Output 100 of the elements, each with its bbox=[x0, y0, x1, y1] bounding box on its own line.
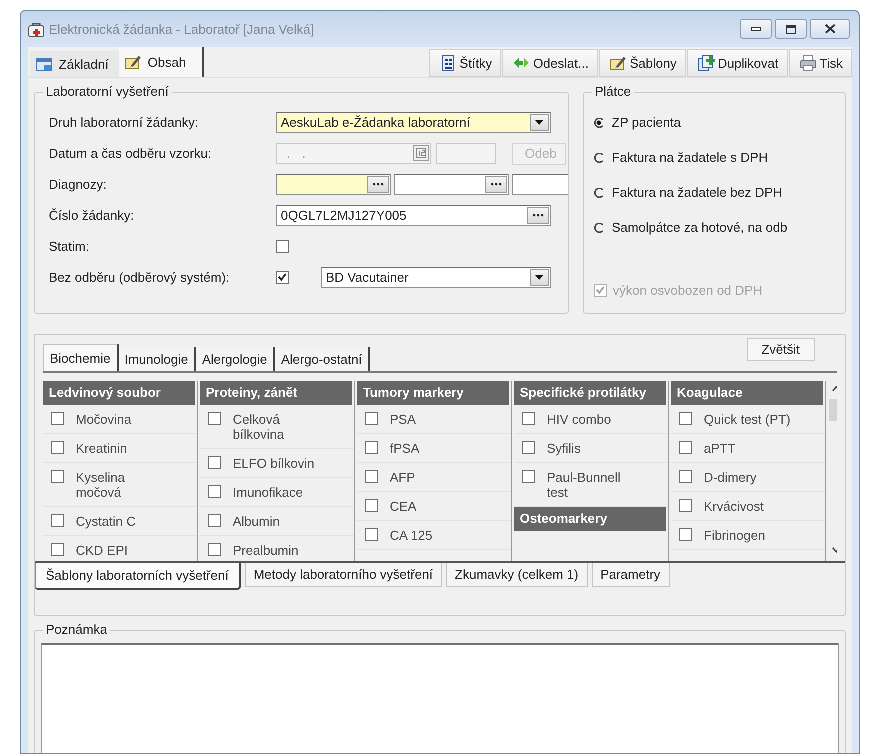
diagnosis-field[interactable] bbox=[394, 174, 509, 195]
close-button[interactable] bbox=[810, 19, 850, 39]
checkbox[interactable] bbox=[522, 470, 535, 483]
column-header: Koagulace bbox=[671, 381, 823, 405]
form-icon bbox=[36, 56, 53, 72]
checkbox[interactable] bbox=[365, 441, 378, 454]
test-label: HIV combo bbox=[547, 412, 612, 427]
checkbox[interactable] bbox=[276, 271, 289, 284]
checkbox[interactable] bbox=[208, 485, 221, 498]
test-label: Albumin bbox=[233, 514, 280, 529]
radio-label: Faktura na žadatele s DPH bbox=[612, 150, 768, 165]
test-label: Paul-Bunnell test bbox=[547, 470, 622, 500]
ellipsis-button[interactable] bbox=[485, 176, 507, 193]
checkbox[interactable] bbox=[51, 470, 64, 483]
toolbar-button[interactable]: Duplikovat bbox=[686, 49, 788, 77]
group-title: Plátce bbox=[592, 84, 634, 99]
radio-button[interactable] bbox=[594, 152, 604, 162]
dropdown-field[interactable]: AeskuLab e-Žádanka laboratorní bbox=[276, 112, 551, 133]
checkbox[interactable] bbox=[208, 456, 221, 469]
ellipsis-icon bbox=[372, 183, 384, 186]
test-label: D-dimery bbox=[704, 470, 757, 485]
edit-icon bbox=[124, 54, 142, 70]
tab[interactable]: Alergologie bbox=[196, 347, 276, 371]
toolbar-button[interactable]: Tisk bbox=[788, 49, 852, 77]
column-header: Tumory markery bbox=[357, 381, 509, 405]
test-label: Cystatin C bbox=[76, 514, 136, 529]
checkbox[interactable] bbox=[208, 543, 221, 556]
checkbox[interactable] bbox=[365, 412, 378, 425]
toolbar-button[interactable]: Odeslat... bbox=[502, 49, 598, 77]
checkbox[interactable] bbox=[679, 441, 692, 454]
checkbox[interactable] bbox=[51, 412, 64, 425]
field-label: Bez odběru (odběrový systém): bbox=[49, 270, 231, 285]
column-header: Ledvinový soubor bbox=[43, 381, 195, 405]
toolbar-button[interactable]: Šablony bbox=[598, 49, 686, 77]
tab[interactable]: Základní bbox=[30, 51, 119, 77]
checkbox[interactable] bbox=[679, 499, 692, 512]
ellipsis-button[interactable] bbox=[527, 207, 549, 224]
tab[interactable]: Zkumavky (celkem 1) bbox=[446, 563, 588, 587]
test-label: Syfilis bbox=[547, 441, 581, 456]
test-label: Kreatinin bbox=[76, 441, 128, 456]
caret-icon bbox=[535, 275, 544, 280]
checkbox[interactable] bbox=[679, 528, 692, 541]
ellipsis-button[interactable] bbox=[367, 176, 389, 193]
tab[interactable]: Šablony laboratorních vyšetření bbox=[35, 563, 241, 590]
checkbox[interactable] bbox=[51, 514, 64, 527]
test-label: Fibrinogen bbox=[704, 528, 766, 543]
test-label: Močovina bbox=[76, 412, 132, 427]
tab[interactable]: Parametry bbox=[592, 563, 670, 587]
checkbox[interactable] bbox=[208, 412, 221, 425]
diagnosis-field[interactable] bbox=[276, 174, 391, 195]
test-label: Imunofikace bbox=[233, 485, 304, 500]
tab[interactable]: Imunologie bbox=[118, 347, 196, 371]
checkbox[interactable] bbox=[522, 441, 535, 454]
checkbox[interactable] bbox=[522, 412, 535, 425]
radio-label: ZP pacienta bbox=[612, 115, 682, 130]
maximize-button[interactable] bbox=[775, 19, 807, 39]
radio-button[interactable] bbox=[594, 118, 604, 128]
checkbox[interactable] bbox=[365, 470, 378, 483]
checkbox[interactable] bbox=[51, 543, 64, 556]
window-title: Elektronická žádanka - Laboratoř [Jana Velká] bbox=[49, 22, 314, 36]
copy-icon bbox=[698, 54, 715, 72]
checkbox[interactable] bbox=[276, 240, 289, 253]
edit-icon bbox=[610, 54, 627, 72]
test-label: PSA bbox=[390, 412, 416, 427]
zoom-button[interactable]: Zvětšit bbox=[746, 338, 815, 361]
radio-button[interactable] bbox=[594, 222, 604, 232]
minimize-icon bbox=[751, 27, 761, 31]
tab[interactable]: Metody laboratorního vyšetření bbox=[244, 563, 442, 587]
field-label: Číslo žádanky: bbox=[49, 208, 136, 223]
checkbox[interactable] bbox=[365, 499, 378, 512]
request-number-field[interactable]: 0QGL7L2MJ127Y005 bbox=[276, 205, 551, 226]
test-label: CKD EPI bbox=[76, 543, 128, 558]
tab[interactable]: Alergo-ostatní bbox=[275, 347, 370, 371]
caret-icon bbox=[535, 120, 544, 125]
test-label: CA 125 bbox=[390, 528, 433, 543]
tab[interactable]: Obsah bbox=[118, 47, 204, 77]
tab[interactable]: Biochemie bbox=[43, 344, 119, 371]
ellipsis-icon bbox=[490, 183, 502, 186]
checkbox[interactable] bbox=[365, 528, 378, 541]
group-title: Poznámka bbox=[43, 622, 110, 637]
dropdown-field[interactable]: BD Vacutainer bbox=[321, 267, 551, 288]
checkbox[interactable] bbox=[208, 514, 221, 527]
test-label: aPTT bbox=[704, 441, 736, 456]
checkbox[interactable] bbox=[679, 412, 692, 425]
checkbox[interactable] bbox=[679, 470, 692, 483]
column-header: Specifické protilátky bbox=[514, 381, 666, 405]
diagnosis-field[interactable] bbox=[512, 174, 568, 195]
checkbox[interactable] bbox=[51, 441, 64, 454]
time-field[interactable] bbox=[436, 143, 496, 164]
test-label: Celková bílkovina bbox=[233, 412, 286, 442]
radio-button[interactable] bbox=[594, 188, 604, 198]
minimize-button[interactable] bbox=[740, 19, 772, 39]
radio-label: Faktura na žadatele bez DPH bbox=[612, 185, 783, 200]
close-icon bbox=[824, 24, 836, 34]
test-label: CEA bbox=[390, 499, 417, 514]
toolbar-button[interactable]: Štítky bbox=[428, 49, 502, 77]
medical-bag-icon bbox=[28, 20, 45, 38]
test-label: ELFO bílkovin bbox=[233, 456, 315, 471]
test-label: Kyselina močová bbox=[76, 470, 126, 500]
test-label: fPSA bbox=[390, 441, 420, 456]
